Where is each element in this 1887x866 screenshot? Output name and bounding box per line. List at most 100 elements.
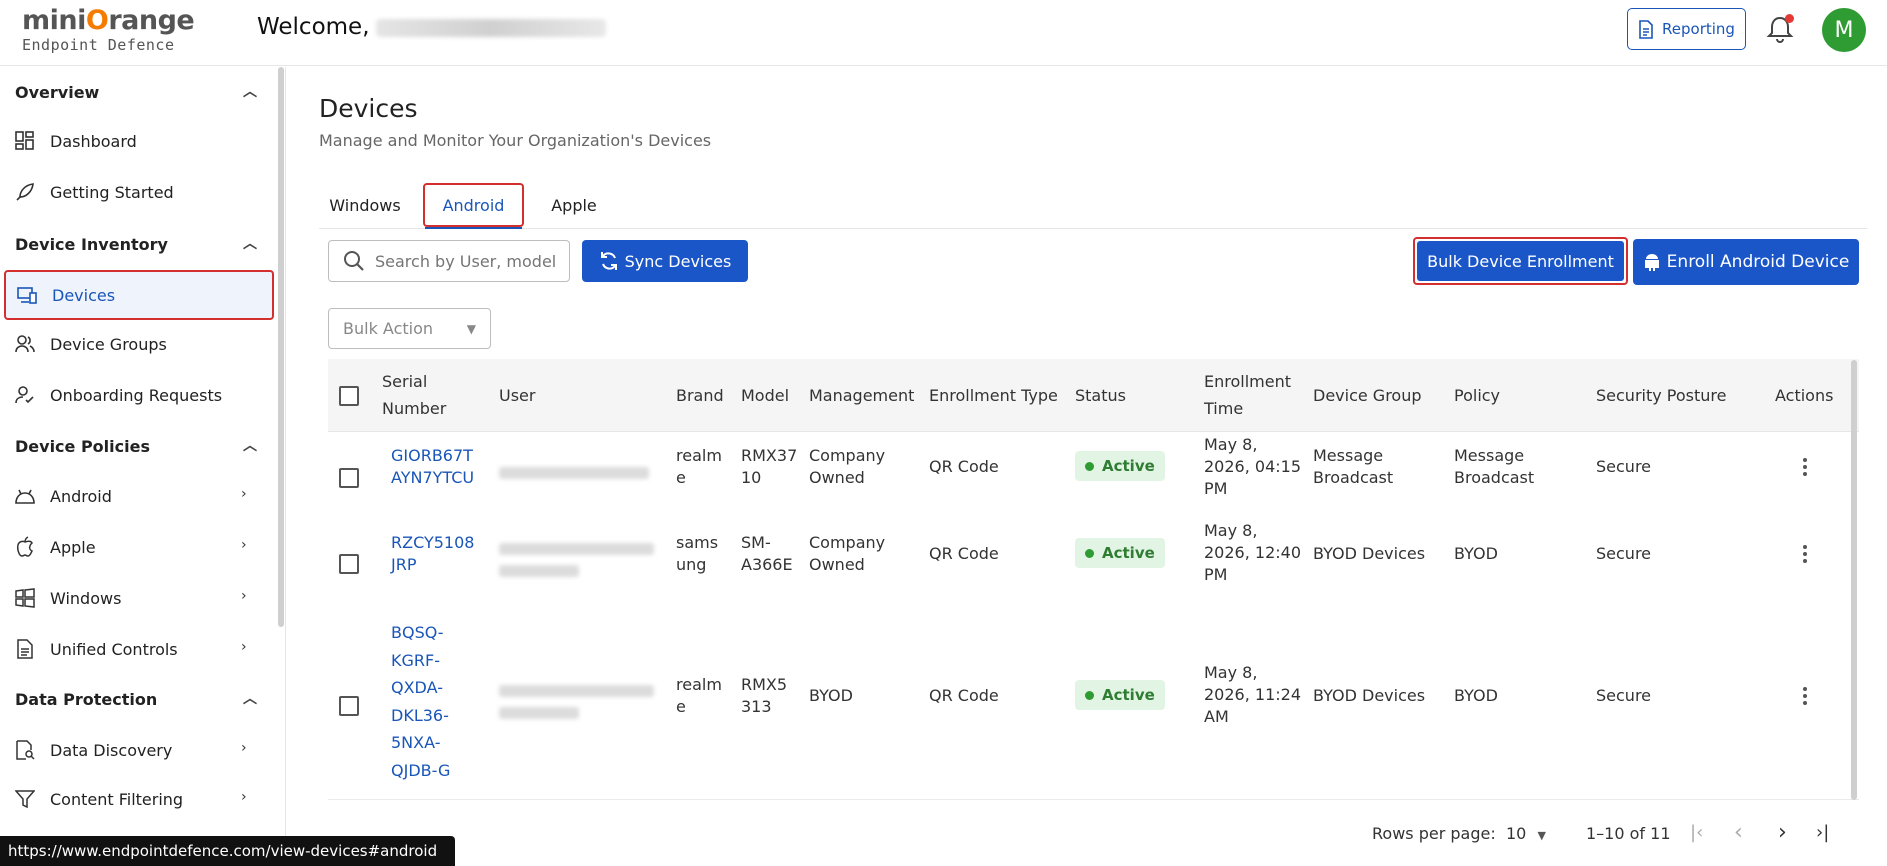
serial-number-link[interactable]: BQSQ- KGRF- QXDA- DKL36- 5NXA- QJDB-G bbox=[391, 619, 450, 784]
management-cell: Company Owned bbox=[809, 532, 885, 576]
report-icon bbox=[1639, 19, 1653, 39]
header-security-posture[interactable]: Security Posture bbox=[1596, 382, 1726, 409]
chevron-up-icon: ︿ bbox=[243, 84, 257, 100]
security-posture-cell: Secure bbox=[1596, 457, 1652, 476]
next-page-icon[interactable]: › bbox=[1778, 820, 1787, 845]
enroll-android-device-button[interactable]: Enroll Android Device bbox=[1633, 239, 1859, 285]
model-cell: RMX5 313 bbox=[741, 674, 787, 718]
sidebar-item-data-discovery[interactable]: Data Discovery › bbox=[14, 730, 274, 770]
table-header: Serial Number User Brand Model Management… bbox=[328, 359, 1859, 432]
windows-icon bbox=[14, 587, 36, 609]
header-brand[interactable]: Brand bbox=[676, 382, 724, 409]
sidebar-item-label: Device Groups bbox=[50, 334, 167, 354]
header-management[interactable]: Management bbox=[809, 382, 914, 409]
section-label: Data Protection bbox=[15, 690, 158, 709]
section-data-protection[interactable]: Data Protection ︿ bbox=[15, 690, 257, 709]
notifications-bell[interactable] bbox=[1766, 14, 1796, 44]
main-content: Devices Manage and Monitor Your Organiza… bbox=[287, 67, 1887, 866]
table-scrollbar[interactable] bbox=[1851, 360, 1857, 800]
policy-cell: Message Broadcast bbox=[1454, 445, 1534, 489]
section-device-inventory[interactable]: Device Inventory ︿ bbox=[15, 235, 257, 254]
sidebar-item-android[interactable]: Android › bbox=[14, 476, 274, 516]
data-discovery-icon bbox=[14, 739, 36, 761]
rows-per-page-select[interactable]: 10 ▼ bbox=[1506, 824, 1546, 843]
management-cell: BYOD bbox=[809, 686, 853, 705]
logo[interactable]: miniOrange Endpoint Defence bbox=[22, 5, 195, 58]
tab-android[interactable]: Android bbox=[423, 183, 524, 229]
sidebar-item-devices[interactable]: Devices bbox=[4, 270, 274, 320]
logo-text-mini: mini bbox=[22, 5, 86, 36]
dropdown-arrow-icon: ▼ bbox=[466, 322, 476, 336]
policy-cell: BYOD bbox=[1454, 544, 1498, 563]
sidebar-item-windows[interactable]: Windows › bbox=[14, 578, 274, 618]
chevron-right-icon: › bbox=[241, 789, 247, 805]
serial-line: DKL36- bbox=[391, 705, 449, 725]
search-input[interactable] bbox=[375, 251, 555, 271]
sidebar-item-apple[interactable]: Apple › bbox=[14, 527, 274, 567]
management-line: Company bbox=[809, 446, 886, 465]
section-overview[interactable]: Overview ︿ bbox=[15, 83, 257, 102]
welcome-label: Welcome, bbox=[257, 14, 370, 40]
header-enrollment-time[interactable]: Enrollment Time bbox=[1204, 368, 1291, 422]
filter-icon bbox=[14, 788, 36, 810]
bulk-device-enrollment-button[interactable]: Bulk Device Enrollment bbox=[1413, 237, 1628, 285]
row-actions-menu-icon[interactable] bbox=[1802, 455, 1808, 479]
select-all-checkbox[interactable] bbox=[339, 386, 359, 406]
header-user[interactable]: User bbox=[499, 382, 535, 409]
devices-icon bbox=[16, 284, 38, 306]
header-policy[interactable]: Policy bbox=[1454, 382, 1500, 409]
row-checkbox[interactable] bbox=[339, 554, 359, 574]
sync-devices-button[interactable]: Sync Devices bbox=[582, 240, 748, 282]
model-line: A366E bbox=[741, 555, 793, 574]
sidebar-item-unified-controls[interactable]: Unified Controls › bbox=[14, 629, 274, 669]
sidebar-item-onboarding-requests[interactable]: Onboarding Requests bbox=[14, 375, 274, 415]
logo-text-o: O bbox=[85, 5, 109, 36]
header-enrollment-type[interactable]: Enrollment Type bbox=[929, 382, 1058, 409]
avatar[interactable]: M bbox=[1822, 8, 1866, 52]
page-title: Devices bbox=[319, 94, 418, 123]
status-label: Active bbox=[1102, 686, 1155, 704]
reporting-button[interactable]: Reporting bbox=[1627, 8, 1746, 50]
serial-number-link[interactable]: GIORB67T AYN7YTCU bbox=[391, 445, 474, 489]
bulk-action-select[interactable]: Bulk Action ▼ bbox=[328, 308, 491, 349]
sidebar-item-label: Data Discovery bbox=[50, 740, 173, 760]
sidebar-item-label: Dashboard bbox=[50, 131, 137, 151]
header-device-group[interactable]: Device Group bbox=[1313, 382, 1422, 409]
header-serial[interactable]: Serial Number bbox=[382, 368, 446, 422]
row-checkbox[interactable] bbox=[339, 468, 359, 488]
section-label: Device Policies bbox=[15, 437, 150, 456]
time-line: PM bbox=[1204, 565, 1228, 584]
time-line: May 8, bbox=[1204, 435, 1258, 454]
header-status[interactable]: Status bbox=[1075, 382, 1126, 409]
time-line: 2026, 12:40 bbox=[1204, 543, 1301, 562]
row-actions-menu-icon[interactable] bbox=[1802, 542, 1808, 566]
model-line: SM- bbox=[741, 533, 771, 552]
sidebar-scrollbar[interactable] bbox=[278, 67, 284, 627]
enrollment-type-cell: QR Code bbox=[929, 457, 999, 476]
status-badge: Active bbox=[1075, 680, 1165, 710]
sidebar-item-getting-started[interactable]: Getting Started bbox=[14, 172, 274, 212]
sidebar-item-label: Content Filtering bbox=[50, 789, 184, 809]
sidebar-item-content-filtering[interactable]: Content Filtering › bbox=[14, 779, 274, 819]
search-box[interactable] bbox=[328, 240, 570, 282]
serial-line: QXDA- bbox=[391, 678, 443, 697]
tab-windows[interactable]: Windows bbox=[319, 183, 411, 227]
sidebar-item-label: Onboarding Requests bbox=[50, 385, 223, 405]
blurred-username bbox=[375, 18, 606, 37]
last-page-icon[interactable]: ›| bbox=[1816, 822, 1829, 843]
page-subtitle: Manage and Monitor Your Organization's D… bbox=[319, 131, 712, 150]
serial-number-link[interactable]: RZCY5108 JRP bbox=[391, 532, 474, 576]
document-icon bbox=[14, 638, 36, 660]
sidebar-item-dashboard[interactable]: Dashboard bbox=[14, 121, 274, 161]
section-device-policies[interactable]: Device Policies ︿ bbox=[15, 437, 257, 456]
time-line: May 8, bbox=[1204, 663, 1258, 682]
header-model[interactable]: Model bbox=[741, 382, 789, 409]
sidebar-item-device-groups[interactable]: Device Groups bbox=[14, 324, 274, 364]
row-checkbox[interactable] bbox=[339, 696, 359, 716]
row-actions-menu-icon[interactable] bbox=[1802, 684, 1808, 708]
user-check-icon bbox=[14, 384, 36, 406]
tab-apple[interactable]: Apple bbox=[539, 183, 609, 227]
first-page-icon[interactable]: |‹ bbox=[1690, 822, 1703, 843]
previous-page-icon[interactable]: ‹ bbox=[1734, 820, 1743, 845]
serial-line: KGRF- bbox=[391, 650, 440, 670]
